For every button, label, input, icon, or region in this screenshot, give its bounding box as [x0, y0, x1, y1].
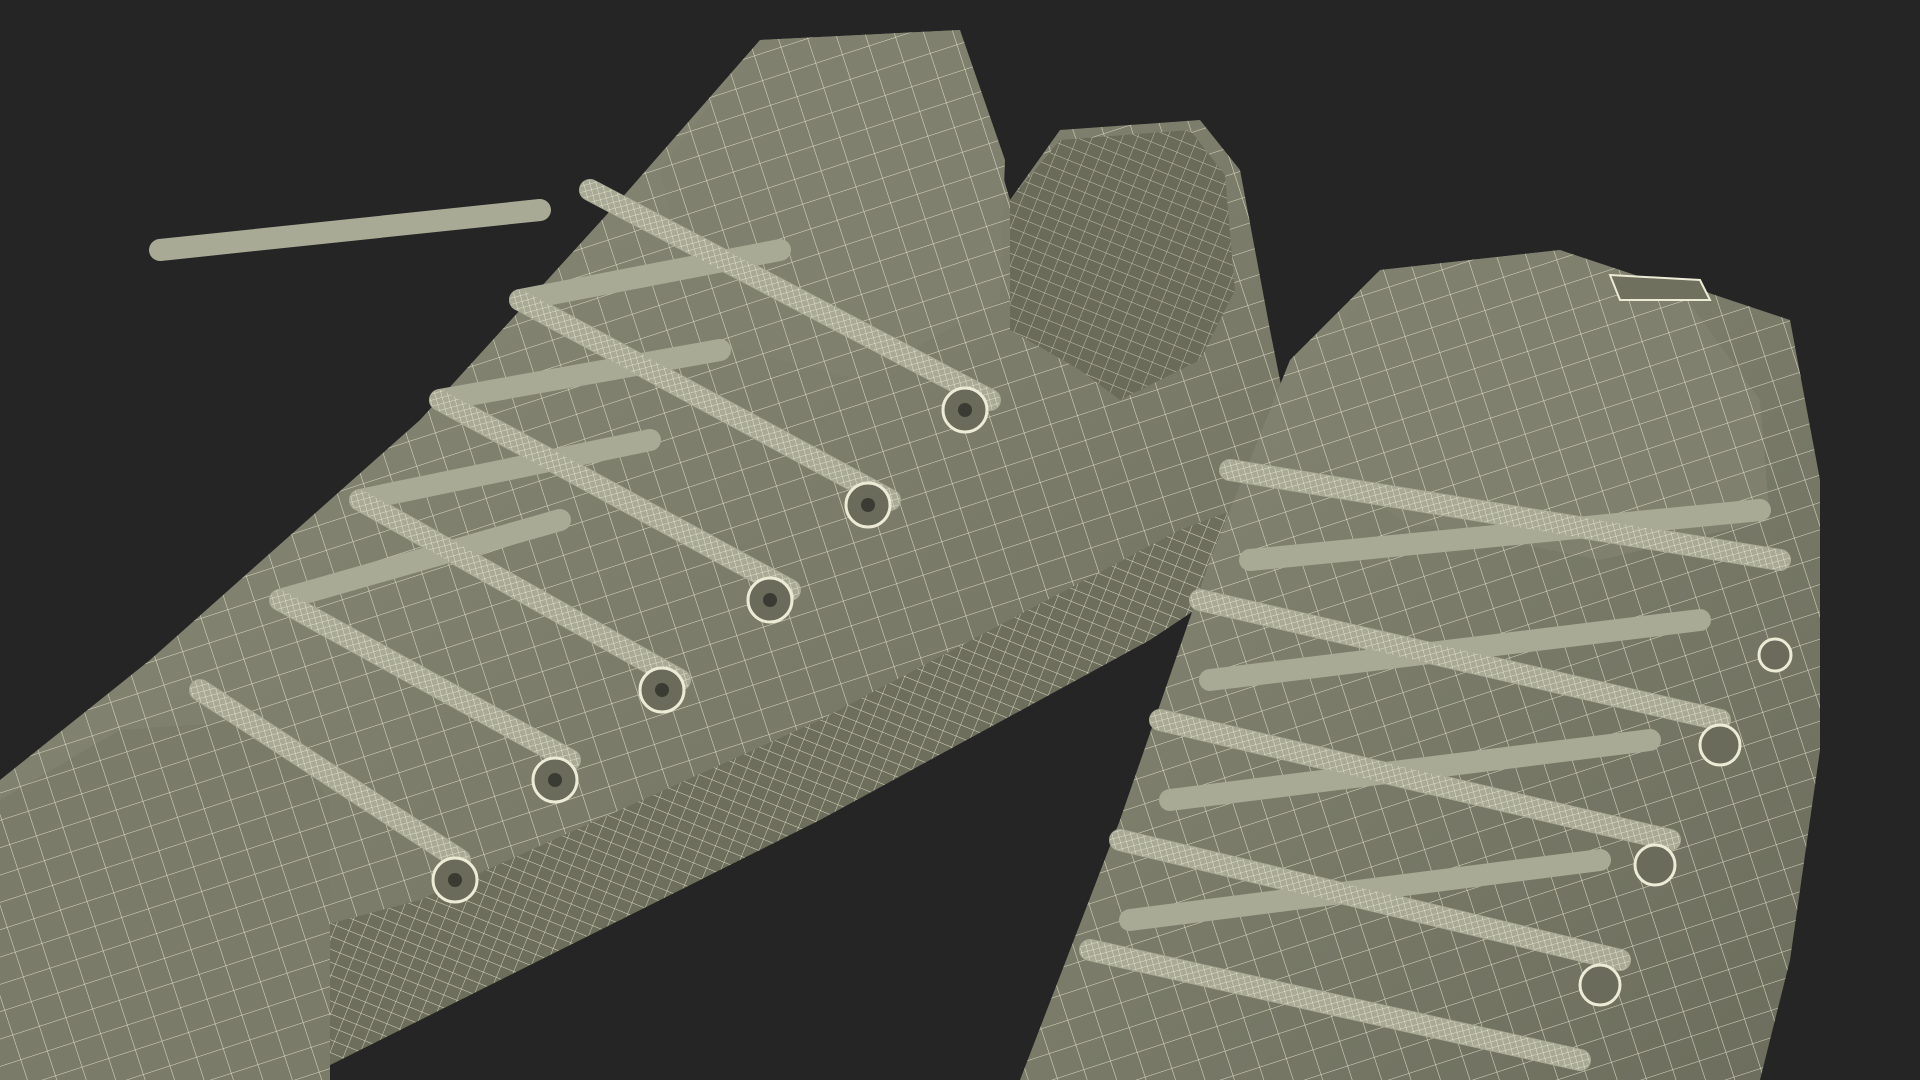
wireframe-render	[0, 0, 1920, 1080]
right-shoe-heel-tab	[1608, 273, 1712, 301]
